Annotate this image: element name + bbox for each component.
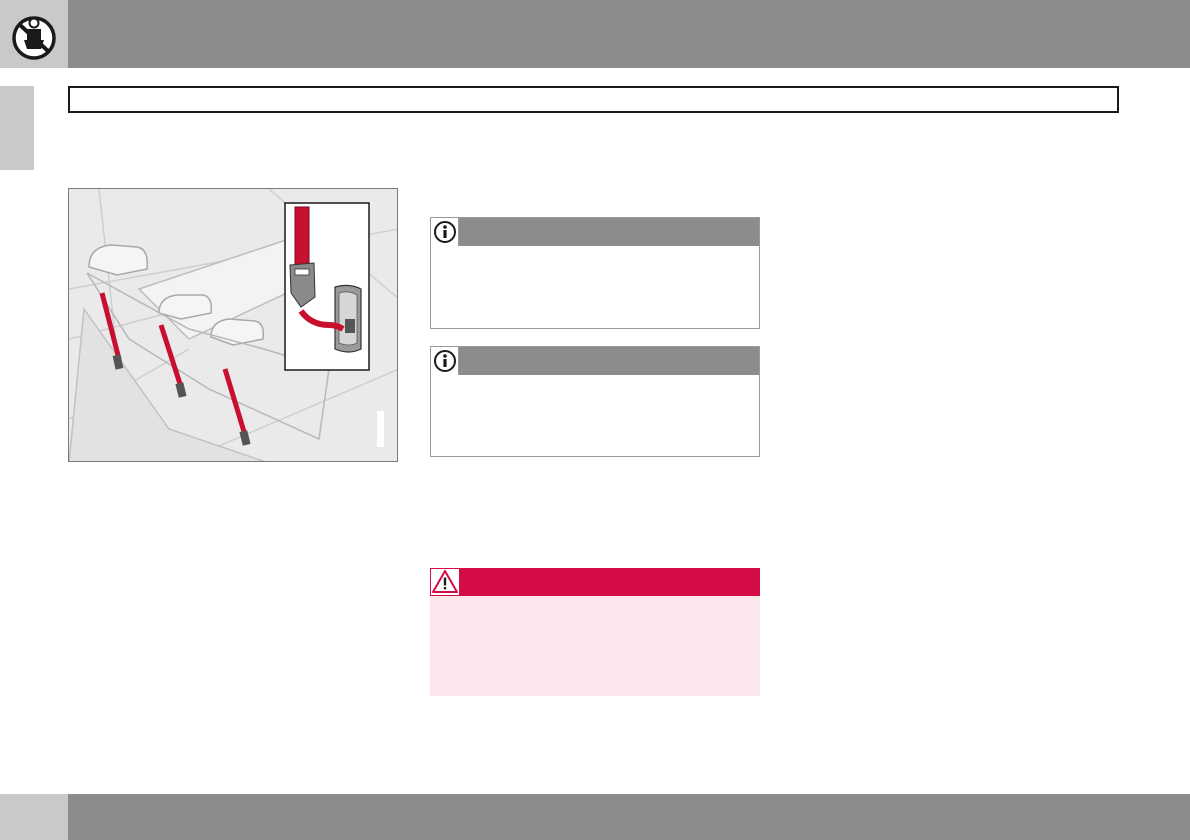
warning-box bbox=[430, 568, 760, 696]
chapter-side-tab bbox=[0, 86, 34, 170]
footer-band bbox=[68, 794, 1190, 840]
info-icon bbox=[434, 221, 456, 243]
warning-icon-cell bbox=[430, 568, 460, 596]
info-note-1-header bbox=[431, 218, 759, 246]
section-title-bar bbox=[68, 86, 1119, 113]
info-note-1-icon-cell bbox=[431, 218, 459, 246]
info-note-2 bbox=[430, 346, 760, 457]
info-note-2-icon-cell bbox=[431, 347, 459, 375]
rear-seat-illustration bbox=[69, 189, 397, 461]
header-band bbox=[68, 0, 1190, 68]
warning-header bbox=[430, 568, 760, 596]
warning-triangle-icon bbox=[432, 570, 458, 593]
tether-strap-illustration bbox=[68, 188, 398, 462]
info-note-2-header bbox=[431, 347, 759, 375]
info-note-1 bbox=[430, 217, 760, 329]
footer-page-box bbox=[0, 794, 68, 840]
child-seat-prohibited-icon bbox=[12, 16, 56, 60]
header-icon-box bbox=[0, 0, 68, 68]
info-icon bbox=[434, 350, 456, 372]
